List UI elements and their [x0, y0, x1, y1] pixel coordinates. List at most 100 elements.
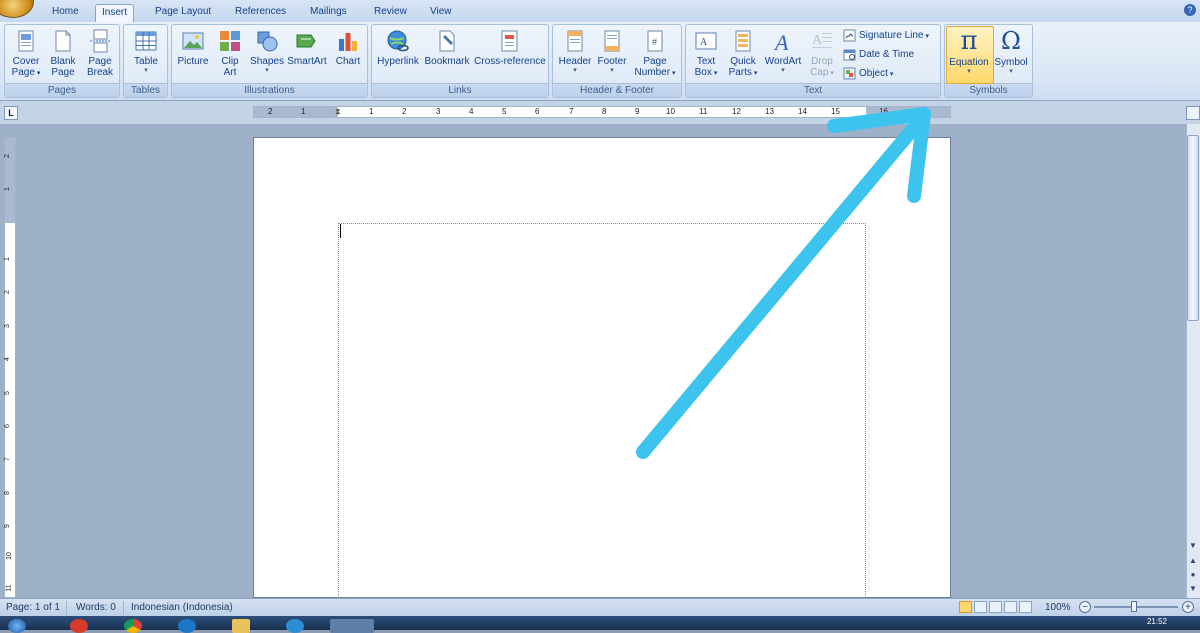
smartart-label: SmartArt [287, 56, 327, 67]
ruler-number: 1 [369, 107, 374, 116]
start-button-icon[interactable] [8, 619, 26, 633]
view-ruler-toggle[interactable] [1186, 106, 1200, 120]
word-taskbar-button[interactable] [330, 619, 374, 633]
bookmark-button[interactable]: Bookmark [423, 29, 471, 67]
ruler-number: 9 [3, 524, 11, 528]
taskbar-app-icon[interactable] [286, 619, 304, 633]
group-label-header-footer: Header & Footer [553, 83, 681, 97]
tab-page-layout[interactable]: Page Layout [149, 4, 217, 22]
tab-insert[interactable]: Insert [95, 4, 135, 23]
quick-parts-icon [735, 30, 751, 52]
scrollbar-thumb[interactable] [1187, 135, 1199, 321]
tab-home[interactable]: Home [46, 4, 85, 22]
page-number-icon: # [647, 30, 663, 52]
quick-parts-button[interactable]: Quick Parts ▾ [724, 29, 762, 79]
omega-icon: Ω [1001, 27, 1021, 55]
header-button[interactable]: Header ▾ [556, 29, 594, 75]
horizontal-ruler[interactable]: 2 1 ⧗ 1 2 3 4 5 6 7 8 9 10 11 12 13 14 1… [253, 106, 951, 118]
help-icon[interactable]: ? [1184, 4, 1196, 16]
text-caret [340, 224, 341, 238]
page-count-status[interactable]: Page: 1 of 1 [6, 600, 60, 616]
group-illustrations: Picture Clip Art Shapes ▾ SmartArt Chart… [171, 24, 368, 98]
cover-page-label-2: Page [11, 67, 35, 78]
draft-view-icon[interactable] [1019, 601, 1032, 613]
taskbar-app-icon[interactable] [178, 619, 196, 633]
scroll-down-arrow-icon[interactable]: ▼ [1187, 541, 1199, 551]
taskbar-app-icon[interactable] [70, 619, 88, 633]
cross-reference-button[interactable]: Cross-reference [472, 29, 548, 67]
chart-label: Chart [335, 56, 361, 67]
zoom-in-icon[interactable]: + [1182, 601, 1194, 613]
hyperlink-button[interactable]: Hyperlink [375, 29, 421, 67]
zoom-level[interactable]: 100% [1045, 600, 1071, 616]
clip-art-label-1: Clip [221, 56, 239, 67]
footer-button[interactable]: Footer ▾ [594, 29, 630, 75]
tab-references[interactable]: References [229, 4, 292, 22]
previous-page-icon[interactable]: ▲ [1187, 556, 1199, 566]
full-screen-reading-view-icon[interactable] [974, 601, 987, 613]
ruler-number: 11 [699, 107, 708, 116]
page-break-icon [90, 29, 110, 53]
tab-selector[interactable]: L [4, 106, 18, 120]
word-count-status[interactable]: Words: 0 [76, 600, 116, 616]
next-page-icon[interactable]: ▼ [1187, 584, 1199, 594]
folder-icon[interactable] [232, 619, 250, 633]
blank-page-label-2: Page [51, 67, 75, 78]
page-break-button[interactable]: Page Break [82, 29, 118, 78]
equation-label: Equation [949, 57, 989, 68]
print-layout-view-icon[interactable] [959, 601, 972, 613]
browse-object-icon[interactable]: ● [1187, 570, 1199, 580]
group-label-symbols: Symbols [945, 83, 1032, 97]
web-layout-view-icon[interactable] [989, 601, 1002, 613]
page-number-button[interactable]: # Page Number ▾ [631, 29, 679, 79]
header-icon [567, 30, 583, 52]
tab-review[interactable]: Review [368, 4, 413, 22]
header-label: Header [558, 56, 592, 67]
vertical-ruler[interactable]: 2 1 1 2 3 4 5 6 7 8 9 10 11 [4, 137, 16, 598]
outline-view-icon[interactable] [1004, 601, 1017, 613]
group-label-text: Text [686, 83, 940, 97]
language-status[interactable]: Indonesian (Indonesia) [131, 600, 233, 616]
table-label: Table [134, 56, 158, 67]
signature-line-button[interactable]: Signature Line ▾ [843, 28, 929, 44]
ruler-number: 1 [3, 257, 11, 261]
ruler-number: 10 [5, 552, 13, 560]
smartart-icon [296, 34, 316, 48]
cover-page-button[interactable]: Cover Page ▾ [8, 29, 44, 79]
signature-line-label: Signature Line [859, 30, 924, 41]
indent-marker-icon[interactable]: ⧗ [335, 107, 341, 117]
shapes-button[interactable]: Shapes ▾ [248, 29, 286, 75]
drop-cap-icon: A [812, 33, 832, 48]
footer-label: Footer [597, 56, 627, 67]
ruler-number: 1 [301, 107, 306, 116]
zoom-slider-thumb[interactable] [1131, 601, 1137, 612]
ruler-number: 2 [402, 107, 407, 116]
equation-button[interactable]: π Equation ▾ [946, 28, 992, 76]
ruler-number: 1 [3, 187, 11, 191]
blank-page-button[interactable]: Blank Page [45, 29, 81, 78]
ruler-number: 3 [3, 324, 11, 328]
smartart-button[interactable]: SmartArt [286, 29, 328, 67]
drop-cap-button[interactable]: A Drop Cap ▾ [804, 29, 840, 79]
text-box-button[interactable]: A Text Box ▾ [688, 29, 724, 79]
quick-parts-label-1: Quick [730, 56, 756, 67]
ruler-number: 4 [3, 357, 11, 361]
text-area-boundary[interactable] [338, 223, 866, 598]
chart-button[interactable]: Chart [330, 29, 366, 67]
svg-text:A: A [812, 33, 823, 48]
clip-art-button[interactable]: Clip Art [212, 29, 248, 78]
date-time-button[interactable]: Date & Time [843, 47, 914, 63]
tab-view[interactable]: View [424, 4, 458, 22]
group-header-footer: Header ▾ Footer ▾ # Page Number ▾ Header… [552, 24, 682, 98]
ruler-number: 2 [3, 154, 11, 158]
wordart-button[interactable]: A WordArt ▾ [762, 29, 804, 75]
symbol-button[interactable]: Ω Symbol ▾ [993, 28, 1029, 76]
symbol-label: Symbol [994, 57, 1028, 68]
chrome-icon[interactable] [124, 619, 142, 633]
tab-mailings[interactable]: Mailings [304, 4, 353, 22]
table-button[interactable]: Table ▾ [127, 29, 165, 75]
picture-button[interactable]: Picture [175, 29, 211, 67]
ruler-number: 7 [569, 107, 574, 116]
object-button[interactable]: Object ▾ [843, 66, 893, 82]
zoom-out-icon[interactable]: − [1079, 601, 1091, 613]
